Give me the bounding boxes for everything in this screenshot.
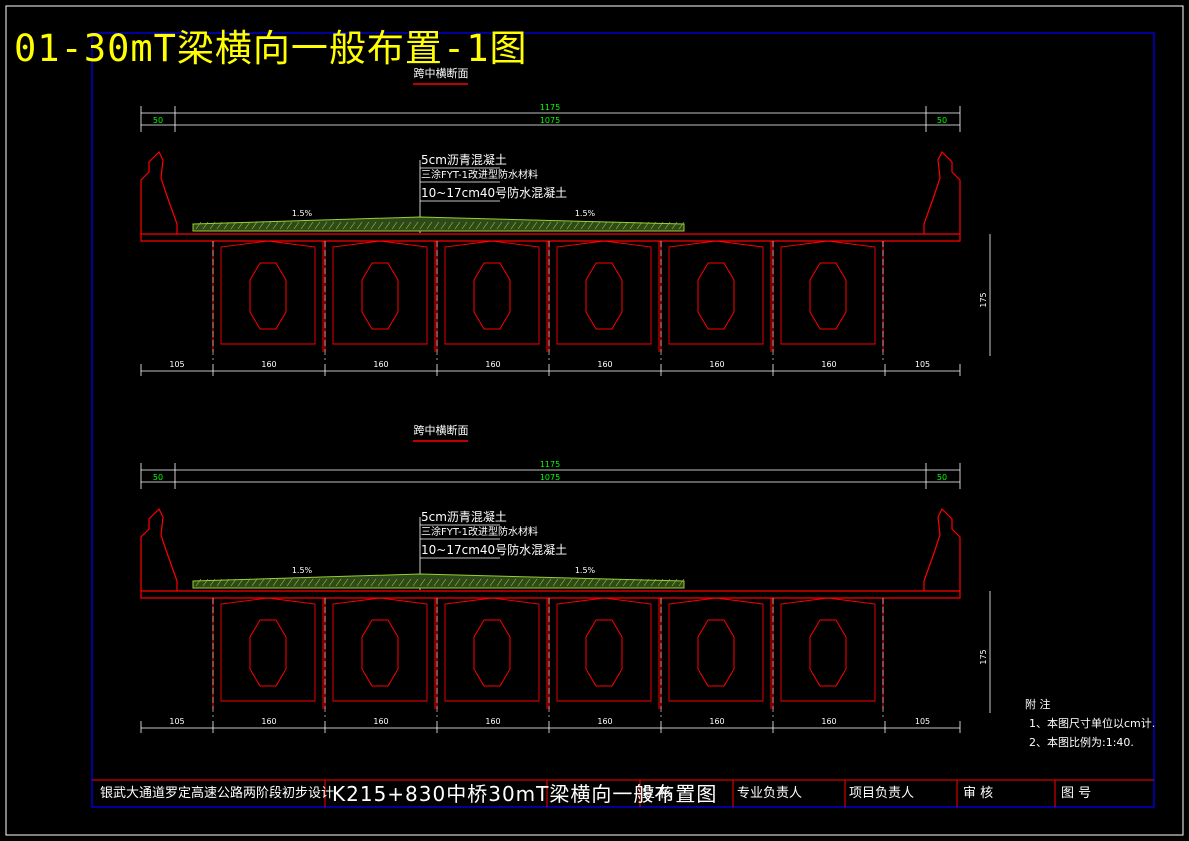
girder	[548, 597, 660, 717]
title-block-sheet: 图 号	[1061, 786, 1092, 801]
layer-label: 10~17cm40号防水混凝土	[421, 185, 567, 200]
height-dim-label: 175	[979, 292, 988, 307]
note-item-1: 1、本图尺寸单位以cm计.	[1029, 717, 1156, 730]
girder-diaphragm-hole	[473, 262, 511, 330]
pavement-layer	[192, 216, 685, 232]
inner-dim-label: 1075	[540, 473, 560, 482]
girder	[660, 597, 772, 717]
girder-diaphragm-hole	[361, 262, 399, 330]
girder	[772, 597, 884, 717]
girder-web	[212, 598, 324, 709]
title-block-project-lead: 项目负责人	[849, 786, 915, 801]
title-block-project: 银武大通道罗定高速公路两阶段初步设计	[100, 786, 335, 801]
girder-diaphragm-hole	[585, 262, 623, 330]
girder-web	[212, 241, 324, 352]
page-title: 01-30mT梁横向一般布置-1图	[14, 27, 528, 70]
bottom-dim-label: 160	[597, 717, 612, 726]
girder-diaphragm-hole	[809, 619, 847, 687]
girder-diaphragm-hole	[473, 619, 511, 687]
girder	[212, 240, 324, 360]
bottom-dim-label: 160	[597, 360, 612, 369]
girder-web	[324, 241, 436, 352]
bottom-dim-label: 160	[261, 717, 276, 726]
girder-web	[436, 598, 548, 709]
bottom-dim-label: 160	[821, 717, 836, 726]
note-item-2: 2、本图比例为:1:40.	[1029, 736, 1134, 749]
girder-diaphragm-hole	[361, 619, 399, 687]
layer-label: 10~17cm40号防水混凝土	[421, 542, 567, 557]
slope-left: 1.5%	[292, 209, 313, 218]
left-dim-label: 50	[153, 473, 163, 482]
cross-section-2: 跨中横断面 1175 1075 50 50 5cm沥青混凝土三涂FYT-1改进型防水材料 1…	[140, 423, 991, 733]
barrier-left	[140, 150, 178, 234]
notes-block: 附 注 1、本图尺寸单位以cm计. 2、本图比例为:1:40.	[1025, 695, 1155, 752]
bottom-dim-label: 105	[169, 360, 184, 369]
girder-web	[548, 598, 660, 709]
girder-web	[772, 598, 884, 709]
slope-left: 1.5%	[292, 566, 313, 575]
girder	[324, 240, 436, 360]
deck-slab	[140, 590, 961, 599]
bottom-dim-label: 160	[485, 717, 500, 726]
inner-dim-label: 1075	[540, 116, 560, 125]
girder	[772, 240, 884, 360]
total-dim-label: 1175	[540, 460, 560, 469]
layer-label: 5cm沥青混凝土	[421, 509, 507, 524]
bottom-dim-label: 105	[915, 360, 930, 369]
drawing-canvas: 跨中横断面1175107550 505cm沥青混凝土三涂FYT-1改进型防水材料1…	[5, 5, 1184, 836]
sheet-border	[5, 5, 1184, 836]
bottom-dim-label: 160	[709, 360, 724, 369]
top-dimensions: 1175 1075 50 50	[140, 103, 961, 132]
girder-web	[324, 598, 436, 709]
notes-heading: 附 注	[1025, 698, 1051, 711]
barrier-left	[140, 507, 178, 591]
bottom-dim-label: 160	[373, 717, 388, 726]
girder	[436, 597, 548, 717]
girder-diaphragm-hole	[697, 262, 735, 330]
drawing-frame	[91, 32, 1155, 808]
girder-diaphragm-hole	[249, 262, 287, 330]
girder	[212, 597, 324, 717]
slope-right: 1.5%	[575, 566, 596, 575]
right-dim-label: 50	[937, 473, 947, 482]
girder	[660, 240, 772, 360]
deck-slab	[140, 233, 961, 242]
layer-label: 5cm沥青混凝土	[421, 152, 507, 167]
height-dim-label: 175	[979, 649, 988, 664]
cross-section-1: 跨中横断面1175107550 505cm沥青混凝土三涂FYT-1改进型防水材料1…	[140, 66, 991, 376]
title-block-review: 复 核	[642, 786, 673, 801]
girder	[436, 240, 548, 360]
bottom-dim-label: 160	[821, 360, 836, 369]
layer-label: 三涂FYT-1改进型防水材料	[421, 168, 538, 181]
girder-web	[660, 241, 772, 352]
girder-diaphragm-hole	[809, 262, 847, 330]
bottom-dim-label: 160	[709, 717, 724, 726]
bottom-dim-label: 105	[169, 717, 184, 726]
layer-label: 三涂FYT-1改进型防水材料	[421, 525, 538, 538]
bottom-dim-label: 160	[261, 360, 276, 369]
pavement-layer	[192, 573, 685, 589]
title-block-specialist: 专业负责人	[737, 786, 803, 801]
bottom-dim-label: 160	[485, 360, 500, 369]
girder-web	[436, 241, 548, 352]
girder-diaphragm-hole	[697, 619, 735, 687]
barrier-right	[923, 150, 961, 234]
girder-web	[548, 241, 660, 352]
girder	[324, 597, 436, 717]
right-dim-label: 50	[937, 116, 947, 125]
section-title: 跨中横断面	[414, 423, 469, 437]
bottom-dim-label: 105	[915, 717, 930, 726]
top-dimensions: 1175 1075 50 50	[140, 460, 961, 489]
girder-web	[660, 598, 772, 709]
bottom-dim-label: 160	[373, 360, 388, 369]
barrier-right	[923, 507, 961, 591]
girder	[548, 240, 660, 360]
title-block-approve: 审 核	[963, 786, 994, 801]
girder-diaphragm-hole	[585, 619, 623, 687]
total-dim-label: 1175	[540, 103, 560, 112]
left-dim-label: 50	[153, 116, 163, 125]
girder-diaphragm-hole	[249, 619, 287, 687]
girder-web	[772, 241, 884, 352]
slope-right: 1.5%	[575, 209, 596, 218]
